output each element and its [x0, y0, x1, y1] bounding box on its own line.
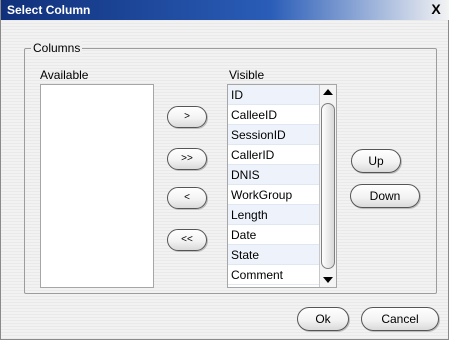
dialog-title: Select Column	[7, 3, 91, 17]
visible-list-item[interactable]: WorkGroup	[228, 185, 320, 205]
visible-label: Visible	[229, 68, 265, 82]
visible-list-item[interactable]: ID	[228, 85, 320, 105]
cancel-button[interactable]: Cancel	[361, 307, 439, 331]
add-column-button[interactable]: >	[167, 106, 207, 128]
scroll-thumb[interactable]	[321, 103, 335, 269]
move-up-button[interactable]: Up	[351, 149, 401, 173]
ok-button[interactable]: Ok	[297, 307, 349, 331]
available-list[interactable]	[40, 84, 154, 288]
move-down-button[interactable]: Down	[350, 184, 420, 208]
visible-list-item[interactable]: SessionID	[228, 125, 320, 145]
visible-list-item[interactable]: CallerID	[228, 145, 320, 165]
close-icon[interactable]: X	[428, 1, 444, 18]
visible-list-item[interactable]: Date	[228, 225, 320, 245]
remove-all-columns-button[interactable]: <<	[167, 229, 207, 251]
visible-list[interactable]: ID CalleeID SessionID CallerID DNIS WorkGroup…	[227, 84, 337, 288]
remove-column-button[interactable]: <	[167, 187, 207, 209]
arrow-up-icon[interactable]	[323, 89, 333, 95]
visible-list-item[interactable]: DNIS	[228, 165, 320, 185]
visible-list-item[interactable]: State	[228, 245, 320, 265]
visible-list-item[interactable]: Comment	[228, 265, 320, 285]
select-column-dialog: Select Column X Columns Available Visibl…	[0, 0, 449, 340]
add-all-columns-button[interactable]: >>	[167, 148, 207, 170]
visible-list-item[interactable]: Length	[228, 205, 320, 225]
available-label: Available	[40, 68, 89, 82]
visible-scrollbar[interactable]	[319, 85, 336, 287]
columns-group-label: Columns	[31, 41, 83, 55]
visible-list-item[interactable]: CalleeID	[228, 105, 320, 125]
arrow-down-icon[interactable]	[323, 277, 333, 283]
title-bar: Select Column X	[1, 0, 449, 20]
